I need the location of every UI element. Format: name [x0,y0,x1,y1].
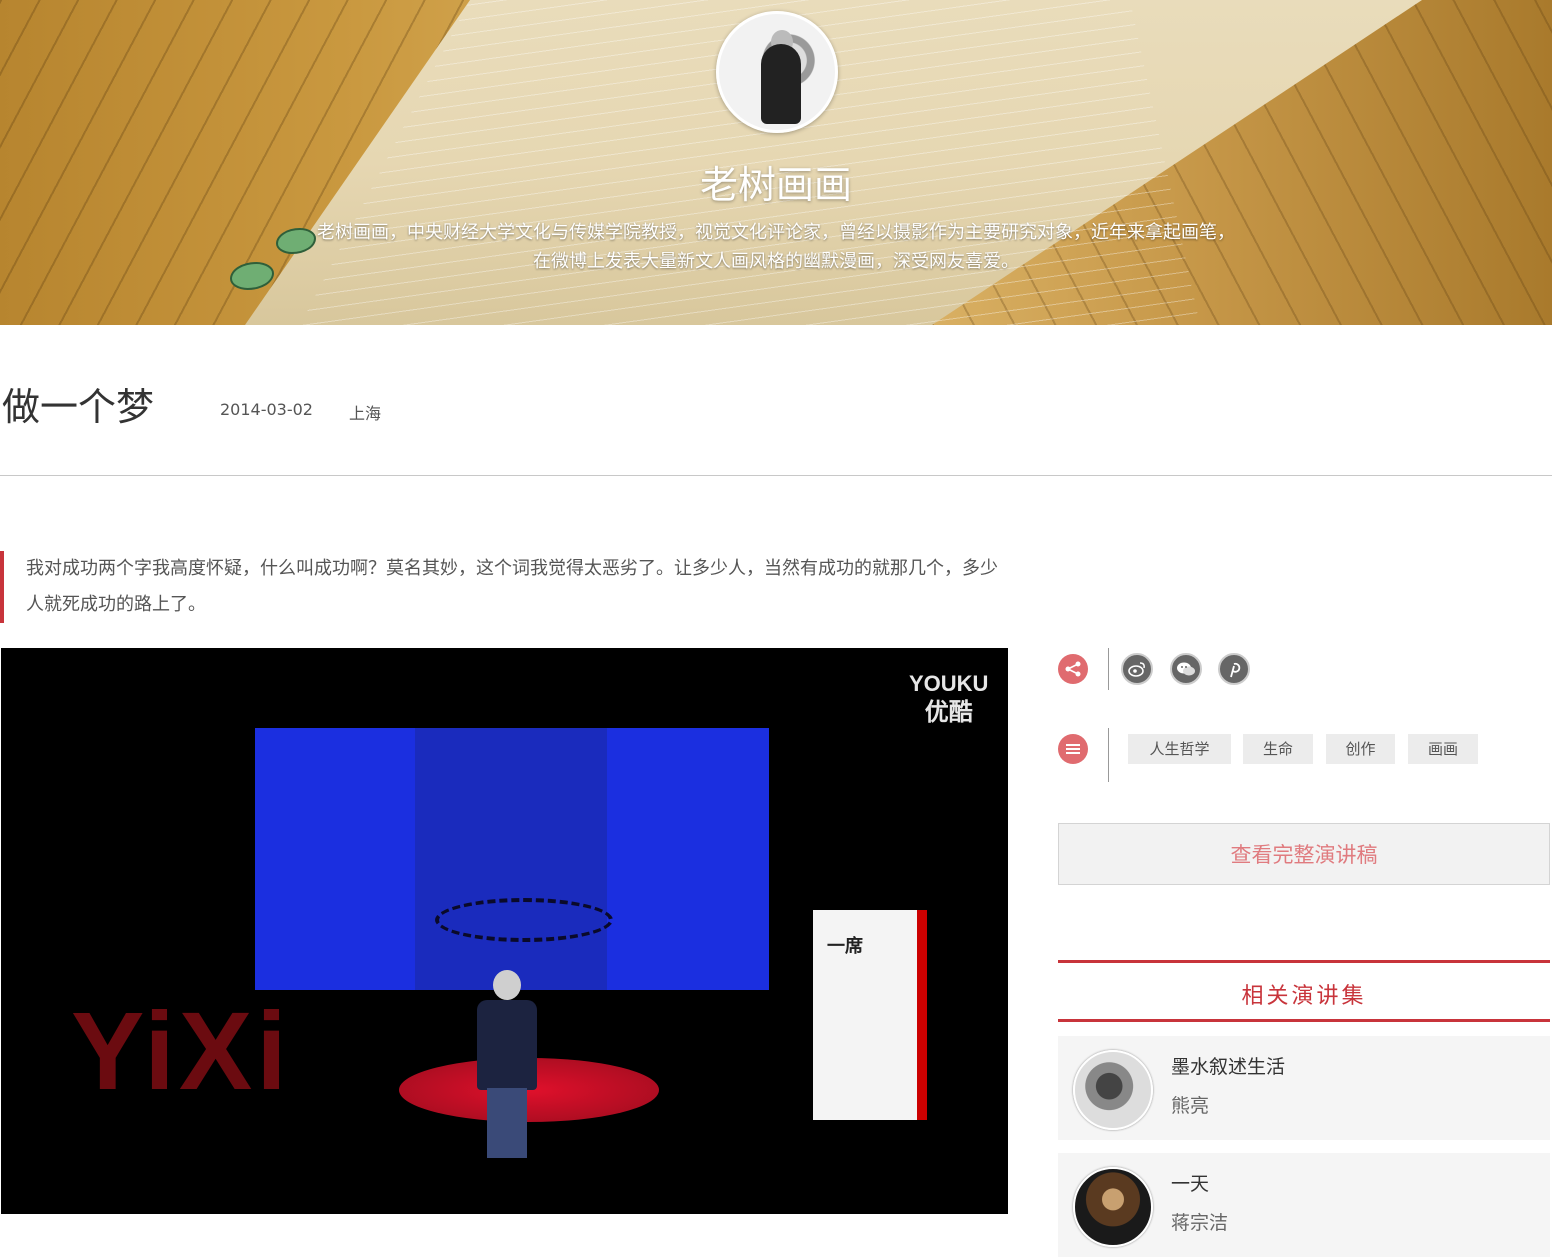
youku-watermark: YOUKU 优酷 [909,670,988,726]
share-separator [1108,648,1109,690]
talk-location: 上海 [349,404,382,423]
tags-separator [1108,728,1109,782]
stage-sign: 一席 [813,910,927,1120]
youku-watermark-en: YOUKU [909,671,989,696]
talk-header: 做一个梦 2014-03-02 上海 [0,372,1552,432]
stage-screen [255,728,769,990]
talk-quote: 我对成功两个字我高度怀疑，什么叫成功啊？莫名其妙，这个词我觉得太恶劣了。让多少人… [0,551,1010,623]
related-talk-avatar [1073,1167,1153,1247]
tag-item[interactable]: 创作 [1326,734,1395,764]
tag-item[interactable]: 生命 [1243,734,1313,764]
tag-item[interactable]: 人生哲学 [1128,734,1231,764]
weibo-icon[interactable] [1121,653,1153,685]
tag-item[interactable]: 画画 [1408,734,1478,764]
related-talk-avatar [1073,1050,1153,1130]
list-icon [1058,734,1088,764]
related-talk-title[interactable]: 一天 [1171,1169,1209,1196]
related-talks-heading: 相关演讲集 [1058,960,1550,1022]
video-player[interactable]: YiXi 一席 YOUKU 优酷 [1,648,1008,1214]
speaker-avatar [716,11,838,133]
speaker-banner: 老树画画 老树画画，中央财经大学文化与传媒学院教授，视觉文化评论家，曾经以摄影作… [0,0,1552,325]
related-talk-author: 熊亮 [1171,1095,1210,1117]
stage-sign-title: 一席 [827,936,863,957]
wechat-icon[interactable] [1170,653,1202,685]
speaker-figure [475,970,539,1160]
related-talk-author: 蒋宗洁 [1171,1212,1229,1234]
share-bar [1058,648,1552,690]
talk-title: 做一个梦 [2,385,155,429]
talk-date: 2014-03-02 [220,400,313,419]
youku-watermark-cn: 优酷 [924,698,973,726]
related-talk-title[interactable]: 墨水叙述生活 [1171,1052,1285,1079]
related-talk-card[interactable]: 墨水叙述生活 熊亮 [1058,1036,1550,1140]
pinterest-icon[interactable] [1218,653,1250,685]
speaker-name: 老树画画 [699,163,852,207]
full-transcript-button[interactable]: 查看完整演讲稿 [1058,823,1550,885]
related-talk-card[interactable]: 一天 蒋宗洁 [1058,1153,1550,1257]
header-divider [0,475,1552,476]
speaker-description: 老树画画，中央财经大学文化与传媒学院教授，视觉文化评论家，曾经以摄影作为主要研究… [317,222,1235,272]
stage-logo: YiXi [71,990,291,1113]
share-icon [1058,654,1088,684]
